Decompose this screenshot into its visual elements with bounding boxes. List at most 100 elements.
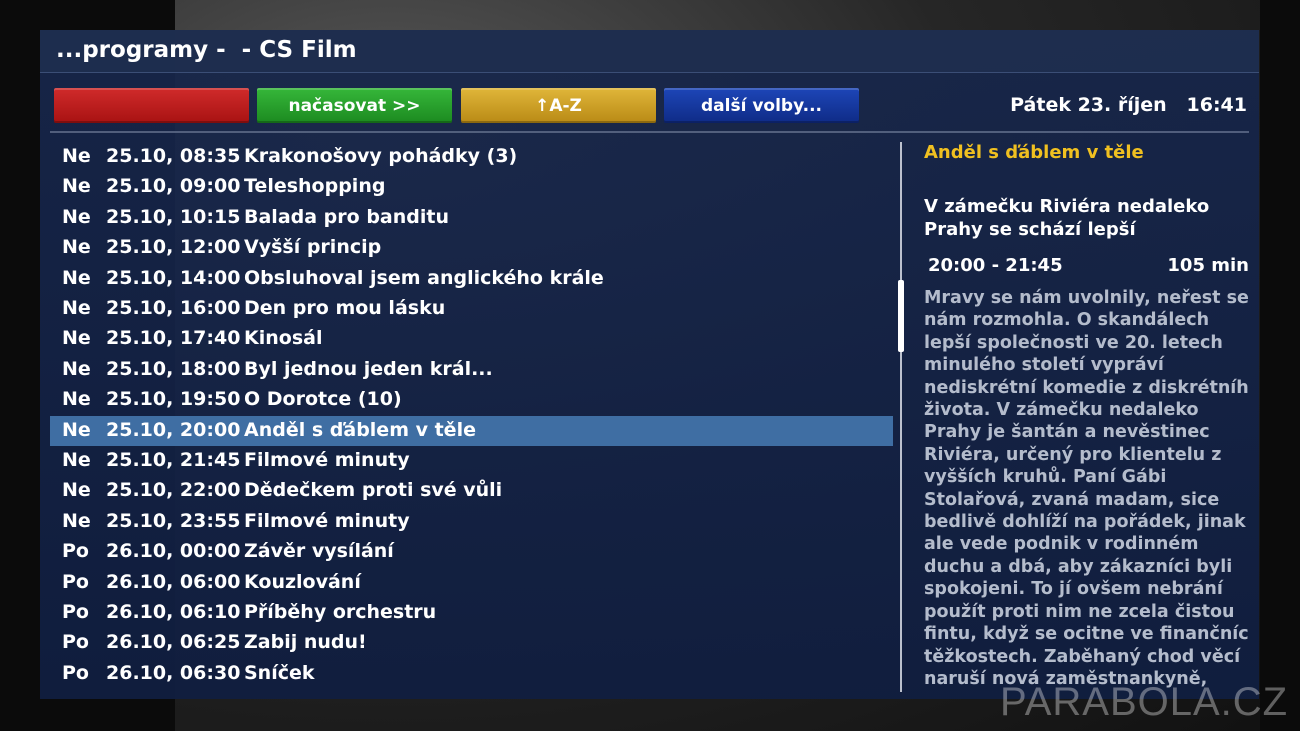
program-datetime: 25.10, 12:00 bbox=[106, 236, 241, 259]
info-description-line: ale vede podnik v rodinném bbox=[924, 534, 1199, 555]
program-datetime: 26.10, 06:00 bbox=[106, 570, 241, 593]
program-name: Den pro mou lásku bbox=[244, 297, 446, 319]
header-divider bbox=[50, 131, 1249, 133]
red-button[interactable] bbox=[54, 88, 249, 123]
info-description-line: Riviéra, určený pro klientelu z bbox=[924, 444, 1222, 465]
page-title: ...programy - - CS Film bbox=[56, 37, 357, 63]
program-day: Po bbox=[62, 601, 89, 623]
program-name: O Dorotce (10) bbox=[244, 388, 402, 411]
program-name: Balada pro banditu bbox=[244, 205, 449, 228]
program-datetime: 26.10, 06:10 bbox=[106, 601, 241, 623]
program-name: Teleshopping bbox=[244, 175, 386, 198]
info-description-line: Mravy se nám uvolnily, neřest se bbox=[924, 288, 1249, 308]
program-day: Ne bbox=[62, 205, 91, 228]
program-row-selected[interactable]: Ne 25.10, 20:00 Anděl s ďáblem v těle bbox=[50, 415, 893, 446]
program-datetime: 25.10, 18:00 bbox=[106, 357, 241, 380]
program-row[interactable]: Po 26.10, 06:10 Příběhy orchestru bbox=[50, 598, 893, 628]
info-description-line: spokojeni. To jí ovšem nebrání bbox=[924, 579, 1223, 600]
program-name: Filmové minuty bbox=[244, 509, 410, 532]
program-day: Po bbox=[62, 540, 89, 563]
program-row[interactable]: Ne 25.10, 08:35 Krakonošovy pohádky (3) bbox=[50, 142, 893, 172]
program-datetime: 25.10, 16:00 bbox=[106, 297, 241, 319]
program-day: Po bbox=[62, 631, 89, 654]
program-row[interactable]: Ne 25.10, 12:00 Vyšší princip bbox=[50, 233, 893, 263]
info-description-line: nám rozmohla. O skandálech bbox=[924, 310, 1210, 331]
program-day: Po bbox=[62, 661, 89, 684]
scrollbar-track[interactable] bbox=[900, 142, 902, 692]
program-row[interactable]: Ne 25.10, 17:40 Kinosál bbox=[50, 324, 893, 354]
program-name: Kouzlování bbox=[244, 570, 361, 593]
program-name: Vyšší princip bbox=[244, 236, 382, 259]
program-datetime: 26.10, 06:30 bbox=[106, 661, 241, 684]
program-datetime: 25.10, 08:35 bbox=[106, 145, 241, 167]
program-row[interactable]: Ne 25.10, 10:15 Balada pro banditu bbox=[50, 203, 893, 233]
letterbox-right bbox=[1260, 0, 1300, 731]
program-day: Ne bbox=[62, 236, 91, 259]
program-name: Sníček bbox=[244, 661, 315, 684]
program-datetime: 26.10, 06:25 bbox=[106, 631, 241, 654]
program-row[interactable]: Ne 25.10, 21:45 Filmové minuty bbox=[50, 446, 893, 476]
program-row[interactable]: Ne 25.10, 23:55 Filmové minuty bbox=[50, 507, 893, 537]
program-day: Ne bbox=[62, 509, 91, 532]
program-datetime: 25.10, 19:50 bbox=[106, 388, 241, 411]
program-name: Závěr vysílání bbox=[244, 540, 394, 563]
info-description-line: minulého století vypráví bbox=[924, 355, 1164, 376]
program-datetime: 25.10, 09:00 bbox=[106, 175, 241, 198]
program-day: Ne bbox=[62, 266, 91, 289]
program-list: Ne 25.10, 08:35 Krakonošovy pohádky (3) Ne 2… bbox=[50, 142, 893, 692]
program-datetime: 25.10, 20:00 bbox=[106, 418, 241, 441]
program-name: Zabij nudu! bbox=[244, 631, 367, 654]
yellow-button-sort[interactable]: ↑A-Z bbox=[461, 88, 656, 123]
program-name: Obsluhoval jsem anglického krále bbox=[244, 266, 604, 289]
title-bar: ...programy - - CS Film bbox=[40, 30, 1259, 73]
scrollbar-thumb[interactable] bbox=[898, 280, 904, 352]
program-day: Ne bbox=[62, 327, 91, 350]
program-row[interactable]: Ne 25.10, 14:00 Obsluhoval jsem anglického… bbox=[50, 264, 893, 294]
program-datetime: 25.10, 17:40 bbox=[106, 327, 241, 350]
program-name: Příběhy orchestru bbox=[244, 601, 437, 623]
watermark-logo: PARABOLA.CZ bbox=[1000, 680, 1289, 724]
program-day: Po bbox=[62, 570, 89, 593]
program-row[interactable]: Po 26.10, 06:25 Zabij nudu! bbox=[50, 628, 893, 658]
program-name: Byl jednou jeden král... bbox=[244, 357, 493, 380]
info-program-title: Anděl s ďáblem v těle bbox=[924, 142, 1144, 163]
program-day: Ne bbox=[62, 388, 91, 411]
program-info-panel: Anděl s ďáblem v těle V zámečku Riviéra … bbox=[924, 142, 1249, 692]
info-description: Mravy se nám uvolnily, neřest se nám rozm… bbox=[924, 287, 1249, 692]
program-row[interactable]: Po 26.10, 06:00 Kouzlování bbox=[50, 568, 893, 598]
blue-button-more-options[interactable]: další volby... bbox=[664, 88, 859, 123]
epg-panel: ...programy - - CS Film načasovat >> ↑A-… bbox=[40, 30, 1259, 699]
program-row[interactable]: Po 26.10, 00:00 Závěr vysílání bbox=[50, 537, 893, 567]
info-description-line: lepší společnosti ve 20. letech bbox=[924, 332, 1223, 353]
program-name: Krakonošovy pohádky (3) bbox=[244, 145, 518, 167]
program-row[interactable]: Ne 25.10, 18:00 Byl jednou jeden král... bbox=[50, 355, 893, 385]
program-day: Ne bbox=[62, 449, 91, 471]
program-datetime: 25.10, 10:15 bbox=[106, 205, 241, 228]
info-description-line: těžkostech. Zaběhaný chod věcí bbox=[924, 646, 1241, 667]
program-name: Dědečkem proti své vůli bbox=[244, 479, 503, 502]
program-day: Ne bbox=[62, 175, 91, 198]
program-datetime: 25.10, 14:00 bbox=[106, 266, 241, 289]
program-row[interactable]: Ne 25.10, 19:50 O Dorotce (10) bbox=[50, 385, 893, 415]
program-datetime: 25.10, 23:55 bbox=[106, 509, 241, 532]
program-day: Ne bbox=[62, 357, 91, 380]
program-name: Anděl s ďáblem v těle bbox=[244, 418, 476, 441]
program-row[interactable]: Po 26.10, 06:30 Sníček bbox=[50, 659, 893, 689]
info-program-subtitle: V zámečku Riviéra nedaleko Prahy se schá… bbox=[924, 196, 1210, 240]
info-description-line: bedlivě dohlíží na pořádek, jinak bbox=[924, 512, 1246, 533]
info-description-line: fintu, když se ocitne ve finančních bbox=[924, 624, 1249, 645]
info-description-line: Prahy je šantán a nevěstinec bbox=[924, 422, 1210, 443]
program-row[interactable]: Ne 25.10, 16:00 Den pro mou lásku bbox=[50, 294, 893, 324]
program-name: Filmové minuty bbox=[244, 449, 410, 471]
program-row[interactable]: Ne 25.10, 22:00 Dědečkem proti své vůli bbox=[50, 476, 893, 506]
green-button-schedule[interactable]: načasovat >> bbox=[257, 88, 452, 123]
program-row[interactable]: Ne 25.10, 09:00 Teleshopping bbox=[50, 172, 893, 202]
program-day: Ne bbox=[62, 297, 91, 319]
program-day: Ne bbox=[62, 145, 91, 167]
info-description-line: použít proti nim ne zcela čistou bbox=[924, 601, 1235, 622]
info-description-line: vyšších kruhů. Paní Gábi bbox=[924, 467, 1167, 488]
info-duration: 105 min bbox=[1167, 255, 1249, 276]
info-time-range: 20:00 - 21:45 bbox=[928, 255, 1063, 276]
info-description-line: duchu a dbá, aby zákazníci byli bbox=[924, 556, 1233, 577]
program-datetime: 26.10, 00:00 bbox=[106, 540, 241, 563]
